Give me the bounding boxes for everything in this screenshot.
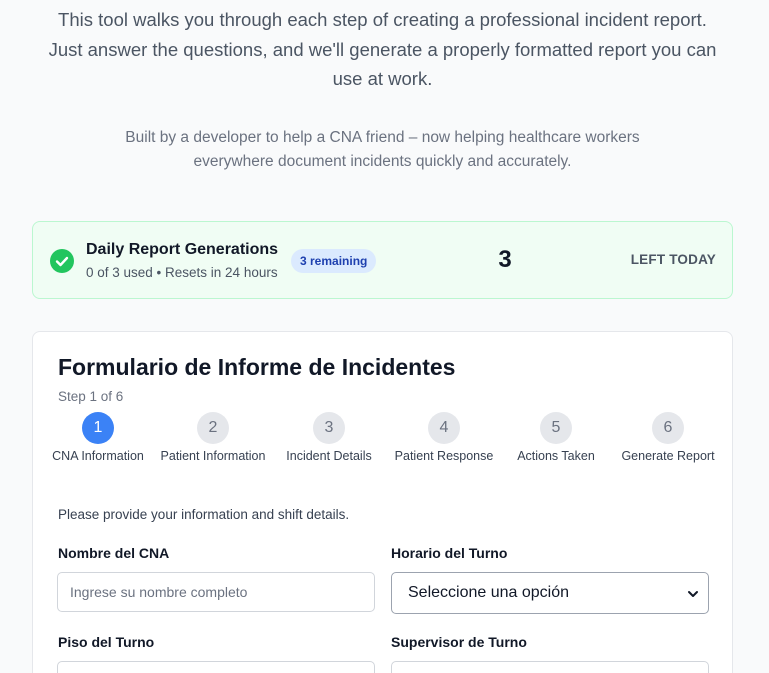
step-number: 1 [82,412,114,444]
shift-supervisor-input[interactable] [391,661,709,673]
step-label: Patient Response [394,449,494,463]
step-patient-information[interactable]: 2 Patient Information [158,412,268,464]
credit-text: Built by a developer to help a CNA frien… [125,129,640,170]
shift-floor-input[interactable] [57,661,375,673]
step-label: Generate Report [621,449,715,463]
step-actions-taken[interactable]: 5 Actions Taken [501,412,611,464]
remaining-count: 3 [498,246,512,273]
step-indicator: Step 1 of 6 [58,389,124,404]
daily-quota-banner: Daily Report Generations 0 of 3 used • R… [32,221,733,299]
form-title: Formulario de Informe de Incidentes [58,354,456,380]
step-generate-report[interactable]: 6 Generate Report [613,412,723,464]
step-number: 2 [197,412,229,444]
chevron-down-icon [688,591,698,597]
step-label: CNA Information [52,449,144,463]
check-circle-icon [50,249,74,273]
remaining-badge: 3 remaining [291,249,377,273]
step-incident-details[interactable]: 3 Incident Details [274,412,384,464]
shift-schedule-label: Horario del Turno [391,545,508,561]
cna-name-input[interactable] [57,572,375,612]
step-cna-information[interactable]: 1 CNA Information [43,412,153,464]
step-patient-response[interactable]: 4 Patient Response [389,412,499,464]
step-number: 5 [540,412,572,444]
intro-description: This tool walks you through each step of… [48,9,717,89]
quota-title: Daily Report Generations [86,241,279,258]
incident-form-card: Formulario de Informe de Incidentes Step… [32,331,733,673]
step-number: 4 [428,412,460,444]
shift-floor-label: Piso del Turno [58,634,155,650]
cna-name-label: Nombre del CNA [58,545,170,561]
step-instructions: Please provide your information and shif… [58,507,350,522]
step-label: Actions Taken [517,449,595,463]
step-label: Incident Details [286,449,372,463]
step-number: 3 [313,412,345,444]
step-label: Patient Information [160,449,266,463]
shift-supervisor-label: Supervisor de Turno [391,634,527,650]
quota-subtitle: 0 of 3 used • Resets in 24 hours [86,265,278,280]
left-today-label: LEFT TODAY [630,252,716,267]
select-value: Seleccione una opción [408,584,570,601]
step-number: 6 [652,412,684,444]
shift-schedule-select[interactable]: Seleccione una opción [391,572,709,614]
